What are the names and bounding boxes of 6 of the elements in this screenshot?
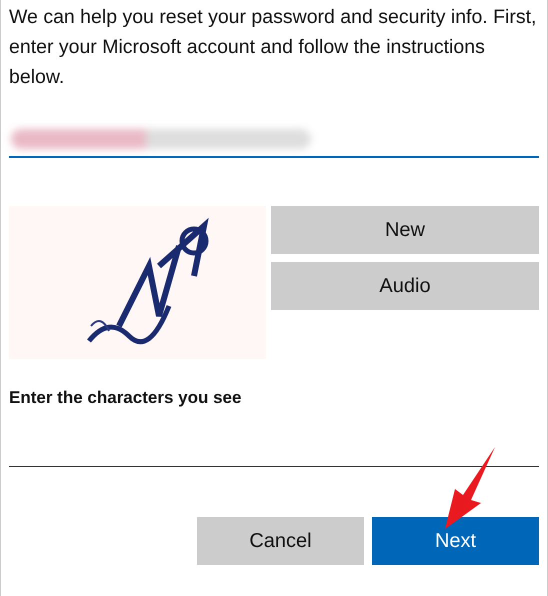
field-label: Enter the characters you see (9, 387, 242, 409)
cancel-button[interactable]: Cancel (197, 516, 364, 564)
captcha-button[interactable]: Audio (271, 262, 539, 310)
next-button[interactable]: Next (372, 516, 539, 564)
captcha-button[interactable]: New (271, 206, 539, 254)
instruction-text: We can help you reset your password and security info. First, enter your Microsoft account and follow the instructions below. (9, 5, 538, 90)
